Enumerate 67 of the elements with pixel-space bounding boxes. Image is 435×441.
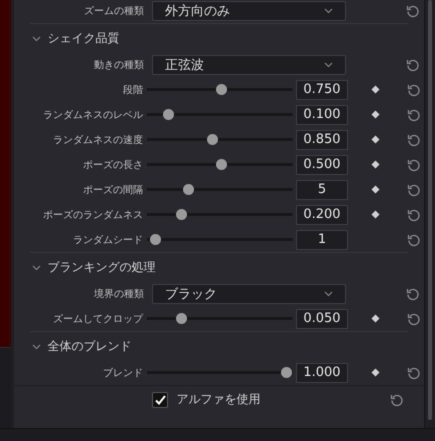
section-header[interactable]: 全体のブレンド	[14, 332, 424, 360]
field-label: ズームの種類	[83, 4, 144, 18]
field-label: ブレンド	[102, 366, 144, 380]
chevron-down-icon	[32, 342, 42, 350]
slider-thumb[interactable]	[216, 84, 227, 95]
field-label: 段階	[122, 84, 144, 96]
slider-thumb[interactable]	[163, 109, 174, 120]
chevron-down-icon	[324, 8, 333, 14]
field-label: ズームしてクロップ	[52, 312, 144, 326]
field-label: ポーズのランダムネス	[42, 208, 144, 222]
reset-icon[interactable]	[406, 132, 421, 146]
keyframe-diamond-icon[interactable]	[370, 160, 380, 169]
reset-icon[interactable]	[406, 286, 420, 300]
chevron-down-icon	[32, 34, 42, 42]
checkbox-label: アルファを使用	[176, 391, 262, 408]
reset-icon[interactable]	[406, 182, 421, 196]
keyframe-diamond-icon[interactable]	[370, 368, 380, 377]
reset-icon[interactable]	[390, 392, 404, 406]
reset-icon[interactable]	[406, 312, 421, 326]
slider-thumb[interactable]	[182, 184, 194, 195]
reset-icon[interactable]	[406, 208, 421, 222]
slider-thumb[interactable]	[281, 367, 292, 378]
field-label: ランダムネスのレベル	[42, 108, 144, 122]
reset-icon[interactable]	[406, 82, 421, 96]
value-field[interactable]: 0.850	[296, 130, 348, 150]
reset-icon[interactable]	[406, 366, 421, 380]
value-field[interactable]: 5	[296, 180, 348, 200]
field-label: ランダムシード	[72, 234, 144, 246]
keyframe-diamond-icon[interactable]	[370, 110, 380, 119]
keyframe-diamond-icon[interactable]	[370, 210, 380, 219]
scrollbar-thumb[interactable]	[428, 0, 432, 420]
keyframe-diamond-icon[interactable]	[370, 85, 380, 94]
value-field[interactable]: 0.200	[296, 204, 348, 224]
chevron-down-icon	[324, 62, 333, 68]
value-field[interactable]: 0.750	[296, 80, 348, 100]
slider-thumb[interactable]	[206, 134, 218, 145]
field-label: 動きの種類	[93, 58, 144, 72]
field-label: ランダムネスの速度	[52, 134, 144, 146]
dropdown[interactable]: ブラック	[152, 284, 346, 304]
slider-thumb[interactable]	[216, 159, 227, 170]
value-field[interactable]: 1.000	[296, 362, 348, 382]
keyframe-diamond-icon[interactable]	[370, 314, 380, 323]
section-header[interactable]: シェイク品質	[14, 24, 424, 52]
reset-icon[interactable]	[406, 232, 421, 246]
dropdown[interactable]: 外方向のみ	[152, 0, 346, 20]
reset-icon[interactable]	[406, 4, 420, 18]
field-label: 境界の種類	[93, 288, 144, 300]
field-label: ポーズの長さ	[82, 158, 144, 172]
slider-thumb[interactable]	[176, 209, 188, 220]
reset-icon[interactable]	[406, 58, 420, 72]
value-field[interactable]: 0.050	[296, 308, 348, 328]
value-field[interactable]: 1	[296, 230, 348, 250]
field-label: ポーズの間隔	[82, 184, 144, 196]
chevron-down-icon	[324, 290, 333, 296]
chevron-down-icon	[32, 262, 42, 272]
value-field[interactable]: 0.100	[296, 104, 348, 124]
section-header[interactable]: ブランキングの処理	[14, 253, 424, 281]
slider-thumb[interactable]	[176, 313, 188, 324]
slider-thumb[interactable]	[150, 234, 162, 245]
reset-icon[interactable]	[406, 108, 421, 122]
keyframe-diamond-icon[interactable]	[370, 185, 380, 194]
value-field[interactable]: 0.500	[296, 154, 348, 174]
checkmark-icon	[154, 394, 166, 404]
keyframe-diamond-icon[interactable]	[370, 135, 380, 144]
checkbox[interactable]	[152, 392, 168, 408]
dropdown[interactable]: 正弦波	[152, 54, 346, 74]
reset-icon[interactable]	[406, 158, 421, 172]
